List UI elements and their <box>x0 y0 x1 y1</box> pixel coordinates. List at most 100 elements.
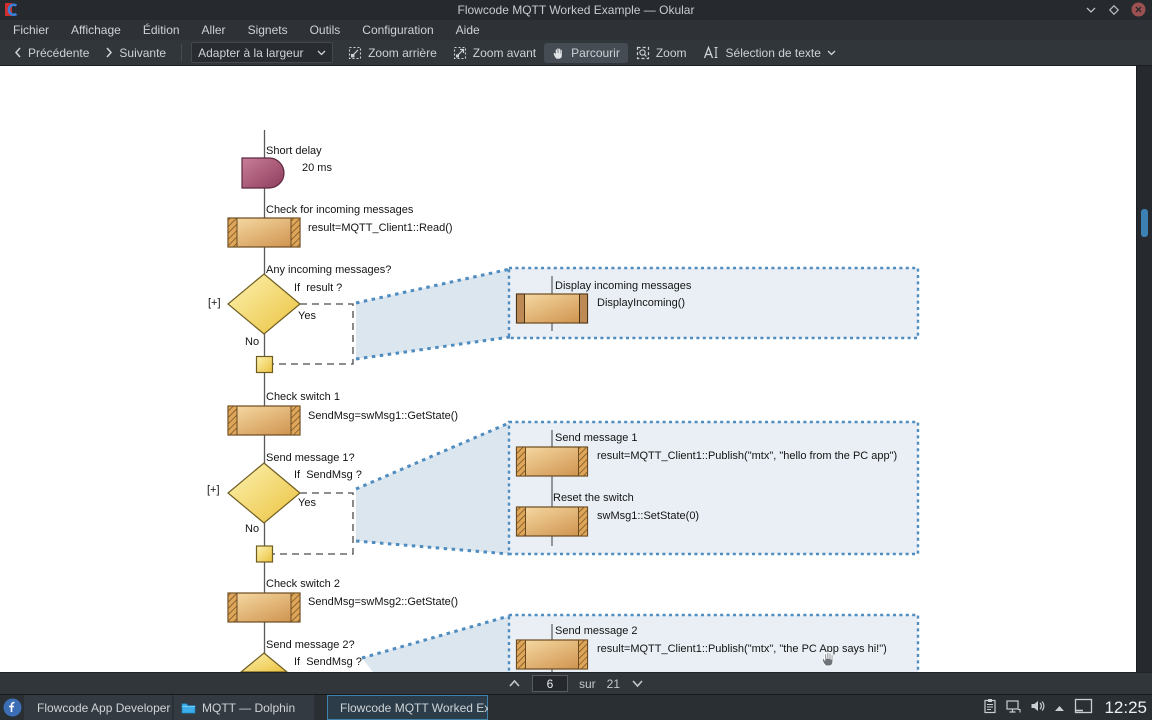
toolbar-separator <box>181 44 182 61</box>
decision2-shape <box>228 463 300 523</box>
chevron-right-icon <box>105 47 113 58</box>
task-okular-flowcode-mqtt[interactable]: Flowcode MQTT Worked Exa... <box>327 695 488 720</box>
decision3-label: Send message 2? <box>266 639 355 652</box>
display-incoming-shape <box>517 294 588 323</box>
zoom-mode-select[interactable]: Adapter à la largeur <box>191 42 333 63</box>
panel2-item2-label: Reset the switch <box>553 492 634 505</box>
minimize-icon[interactable] <box>1085 4 1097 19</box>
scrollbar-thumb[interactable] <box>1141 209 1148 237</box>
menu-item-affichage[interactable]: Affichage <box>60 21 132 39</box>
zoom-tool-button[interactable]: Zoom <box>628 43 695 63</box>
page-navigation-bar: sur 21 <box>0 672 1152 694</box>
decision3-condition: If SendMsg ? <box>294 656 362 669</box>
connector-square-1 <box>257 357 273 373</box>
panel2-item1-label: Send message 1 <box>555 432 638 445</box>
panel2-item2-code: swMsg1::SetState(0) <box>597 510 699 523</box>
delay-value: 20 ms <box>302 162 332 175</box>
flowchart-graphics <box>0 66 1135 672</box>
check2-label: Check switch 2 <box>266 578 340 591</box>
task-firefox-flowcode-app-developer[interactable]: Flowcode App Developer - S... <box>24 695 172 720</box>
decision1-label: Any incoming messages? <box>266 264 391 277</box>
page-down-icon[interactable] <box>631 677 644 691</box>
panel1-item-label: Display incoming messages <box>555 280 691 293</box>
network-display-icon[interactable] <box>1006 699 1021 717</box>
reset-switch-shape <box>517 507 588 536</box>
read-code: result=MQTT_Client1::Read() <box>308 222 453 235</box>
zoom-in-button[interactable]: Zoom avant <box>445 43 544 63</box>
clipboard-icon[interactable] <box>983 698 997 717</box>
decision2-expander[interactable]: [+] <box>207 484 220 497</box>
panel3-item-code: result=MQTT_Client1::Publish("mtx", "the… <box>597 643 887 656</box>
window-title: Flowcode MQTT Worked Example — Okular <box>0 3 1152 17</box>
vertical-scrollbar[interactable] <box>1136 66 1152 672</box>
system-tray: 12:25 <box>983 698 1152 718</box>
callout-wedge-3 <box>362 616 509 672</box>
decision1-no: No <box>245 336 259 349</box>
menu-item-configuration[interactable]: Configuration <box>351 21 444 39</box>
menu-item-outils[interactable]: Outils <box>299 21 352 39</box>
panel1-item-code: DisplayIncoming() <box>597 297 685 310</box>
check2-code: SendMsg=swMsg2::GetState() <box>308 596 458 609</box>
delay-label: Short delay <box>266 145 322 158</box>
page-up-icon[interactable] <box>508 677 521 691</box>
check-switch1-shape <box>228 406 300 435</box>
check1-label: Check switch 1 <box>266 391 340 404</box>
menu-item-aller[interactable]: Aller <box>191 21 237 39</box>
tool-bar: Précédente Suivante Adapter à la largeur… <box>0 40 1152 66</box>
decision1-yes: Yes <box>298 310 316 323</box>
decision2-yes: Yes <box>298 497 316 510</box>
delay-shape <box>242 158 284 188</box>
browse-tool-button[interactable]: Parcourir <box>544 43 628 63</box>
desktop: Flowcode MQTT Worked Example — Okular Fi… <box>0 0 1152 720</box>
decision2-no: No <box>245 523 259 536</box>
volume-icon[interactable] <box>1030 699 1045 716</box>
menu-item-edition[interactable]: Édition <box>132 21 191 39</box>
hand-icon <box>552 46 565 60</box>
callout-wedge-2 <box>356 423 509 554</box>
panel3-item-label: Send message 2 <box>555 625 638 638</box>
task-dolphin-mqtt[interactable]: MQTT — Dolphin <box>174 695 314 720</box>
menu-item-fichier[interactable]: Fichier <box>2 21 60 39</box>
decision3-shape-partial <box>241 653 287 672</box>
tray-expander-icon[interactable] <box>1054 701 1065 715</box>
page-number-input[interactable] <box>532 675 568 692</box>
decision1-expander[interactable]: [+] <box>208 297 221 310</box>
chevron-down-icon <box>317 49 326 56</box>
next-page-button[interactable]: Suivante <box>97 43 174 63</box>
previous-page-button[interactable]: Précédente <box>6 43 97 63</box>
clock[interactable]: 12:25 <box>1104 698 1147 718</box>
page-of-label: sur <box>579 677 596 691</box>
taskbar: Flowcode App Developer - S... MQTT — Dol… <box>0 694 1152 720</box>
panel2-item1-code: result=MQTT_Client1::Publish("mtx", "hel… <box>597 450 897 463</box>
menu-item-signets[interactable]: Signets <box>237 21 299 39</box>
callout-wedge-1 <box>356 269 510 359</box>
send-message1-shape <box>517 447 588 476</box>
menu-item-aide[interactable]: Aide <box>445 21 491 39</box>
zoom-out-button[interactable]: Zoom arrière <box>340 43 445 63</box>
decision1-condition: If result ? <box>294 282 342 295</box>
document-page[interactable]: Short delay 20 ms Check for incoming mes… <box>0 66 1152 672</box>
chevron-left-icon <box>14 47 22 58</box>
send-message2-shape <box>517 640 588 669</box>
read-call-shape <box>228 218 300 247</box>
show-desktop-icon[interactable] <box>1074 698 1093 717</box>
chevron-down-icon <box>827 49 836 56</box>
check-switch2-shape <box>228 593 300 622</box>
hand-cursor-icon <box>820 650 837 672</box>
zoom-out-icon <box>348 46 362 60</box>
decision1-shape <box>228 274 300 334</box>
read-label: Check for incoming messages <box>266 204 413 217</box>
page-total: 21 <box>607 677 620 691</box>
close-icon[interactable] <box>1131 2 1146 20</box>
check1-code: SendMsg=swMsg1::GetState() <box>308 410 458 423</box>
title-bar[interactable]: Flowcode MQTT Worked Example — Okular <box>0 0 1152 20</box>
maximize-icon[interactable] <box>1108 4 1120 19</box>
zoom-in-icon <box>453 46 467 60</box>
text-select-icon <box>703 46 720 59</box>
menu-bar: Fichier Affichage Édition Aller Signets … <box>0 20 1152 40</box>
app-launcher-fedora-icon[interactable] <box>0 698 24 717</box>
text-selection-button[interactable]: Sélection de texte <box>695 43 844 63</box>
folder-icon <box>181 701 196 714</box>
zoom-tool-icon <box>636 46 650 60</box>
decision2-condition: If SendMsg ? <box>294 469 362 482</box>
